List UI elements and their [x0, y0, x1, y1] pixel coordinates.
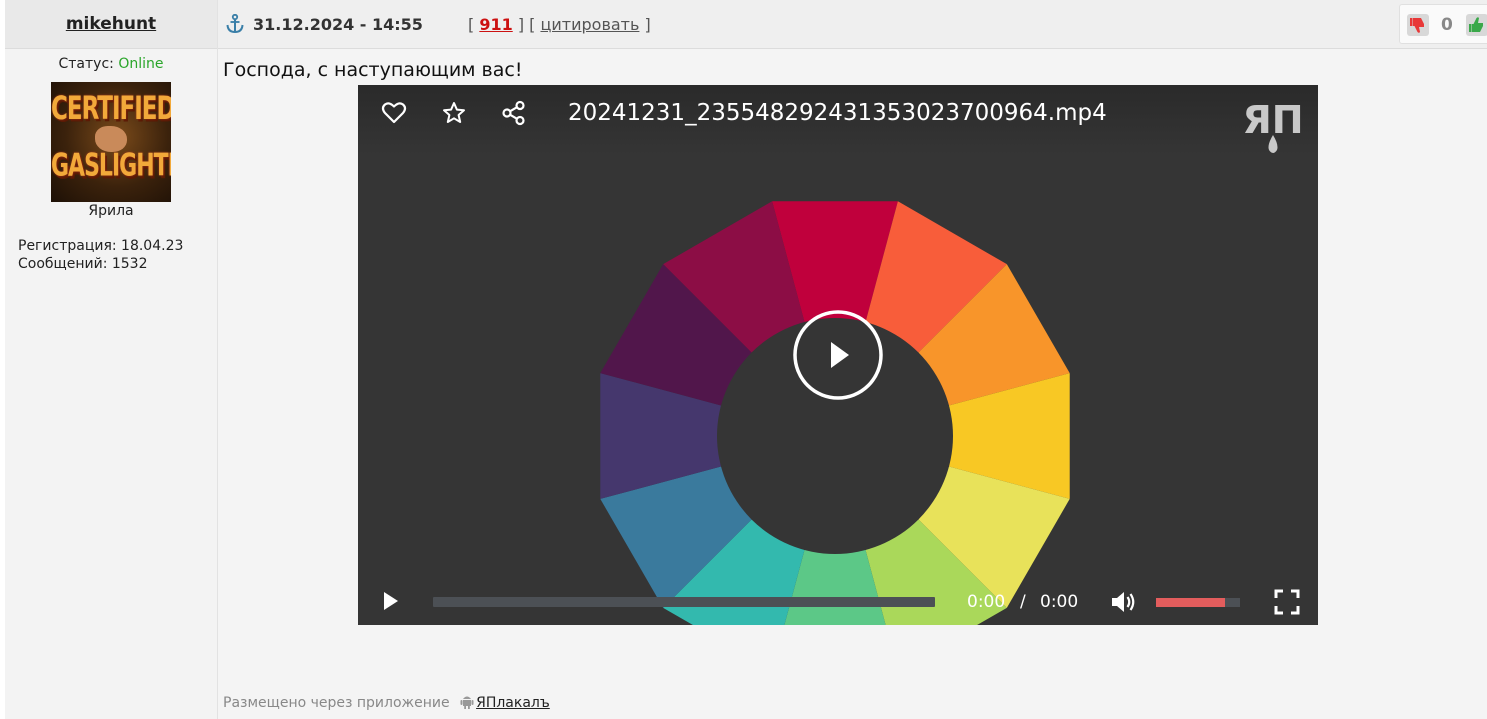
- bracket-close: ]: [639, 15, 651, 34]
- fullscreen-icon[interactable]: [1273, 588, 1301, 616]
- author-registration: Регистрация: 18.04.23: [18, 238, 184, 254]
- author-messages: Сообщений: 1532: [18, 256, 148, 272]
- post-number-link[interactable]: 911: [479, 15, 512, 34]
- thumb-down-button[interactable]: [1407, 14, 1429, 36]
- avatar-text-line2: GASLIGHTER: [51, 149, 171, 184]
- author-rank: Ярила: [88, 203, 134, 219]
- anchor-icon[interactable]: [226, 14, 244, 34]
- avatar-text-line1: CERTIFIED: [51, 90, 171, 128]
- footer-prefix: Размещено через приложение: [223, 695, 450, 711]
- avatar[interactable]: CERTIFIED GASLIGHTER: [51, 82, 171, 202]
- author-status: Статус: Online: [5, 56, 217, 72]
- time-separator: /: [1020, 592, 1026, 612]
- author-meta: Регистрация: 18.04.23 Сообщений: 1532: [18, 237, 217, 273]
- author-sidebar: mikehunt Статус: Online CERTIFIED GASLIG…: [5, 0, 218, 719]
- status-value: Online: [118, 56, 164, 72]
- post-links: [ 911 ] [ цитировать ]: [468, 15, 651, 34]
- volume-fill: [1156, 598, 1225, 607]
- app-link[interactable]: ЯПлакалъ: [476, 695, 550, 711]
- bracket-mid: ] [: [512, 15, 541, 34]
- thumb-down-icon: [1410, 18, 1424, 33]
- video-title: 20241231_235548292431353023700964.mp4: [568, 100, 1107, 126]
- volume-icon[interactable]: [1109, 588, 1137, 616]
- play-icon[interactable]: [376, 587, 404, 615]
- author-header: mikehunt: [5, 0, 217, 49]
- rating-box: 0: [1399, 4, 1487, 44]
- yap-logo[interactable]: ЯП: [1238, 95, 1308, 157]
- duration: 0:00: [1040, 592, 1079, 612]
- video-player[interactable]: 20241231_235548292431353023700964.mp4 ЯП…: [358, 85, 1318, 625]
- quote-link[interactable]: цитировать: [540, 15, 639, 34]
- status-label: Статус:: [58, 56, 114, 72]
- heart-icon[interactable]: [380, 99, 408, 127]
- rating-count: 0: [1441, 15, 1453, 35]
- bracket-open: [: [468, 15, 480, 34]
- footer-note: Размещено через приложение ЯПлакалъ: [223, 694, 550, 711]
- big-play-button[interactable]: [792, 309, 884, 401]
- post-datetime: 31.12.2024 - 14:55: [253, 15, 423, 34]
- star-icon[interactable]: [440, 99, 468, 127]
- post-content: Господа, с наступающим вас! 20241231_235…: [218, 49, 1487, 719]
- post-text: Господа, с наступающим вас!: [223, 59, 523, 81]
- post-header: 31.12.2024 - 14:55 [ 911 ] [ цитировать …: [218, 0, 1487, 49]
- volume-slider[interactable]: [1156, 598, 1240, 607]
- thumb-up-icon: [1469, 17, 1483, 32]
- author-username[interactable]: mikehunt: [66, 14, 156, 34]
- current-time: 0:00: [967, 592, 1006, 612]
- thumb-up-button[interactable]: [1466, 14, 1487, 36]
- progress-bar[interactable]: [433, 597, 935, 607]
- share-icon[interactable]: [500, 99, 528, 127]
- android-icon: [460, 696, 474, 709]
- control-bar: 0:00 / 0:00: [358, 579, 1318, 625]
